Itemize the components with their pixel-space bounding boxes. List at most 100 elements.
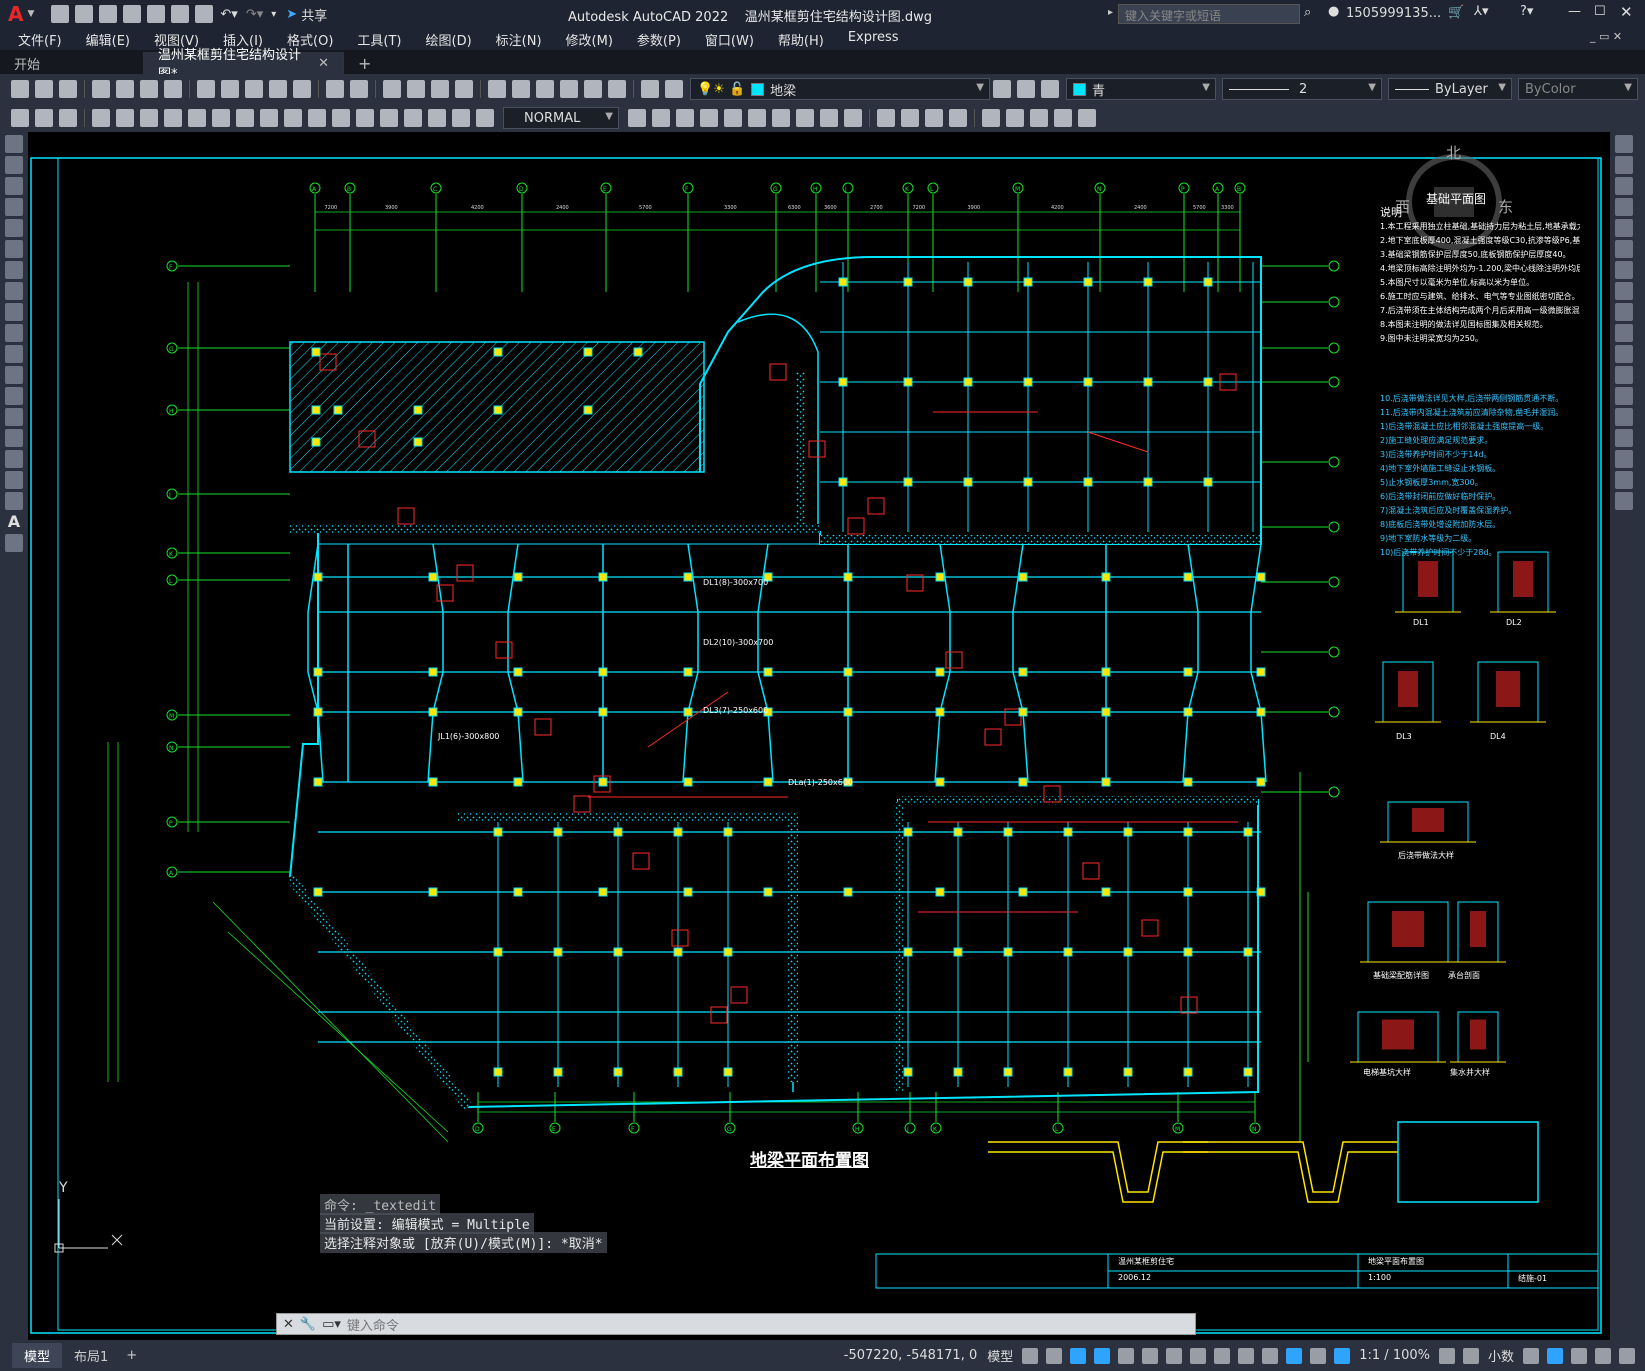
- print-icon[interactable]: [92, 80, 110, 98]
- rotate-icon[interactable]: [1615, 261, 1633, 279]
- color-dropdown[interactable]: 青 ▼: [1066, 78, 1216, 100]
- rectangle-icon[interactable]: [5, 219, 23, 237]
- tab-close-icon[interactable]: ✕: [318, 56, 329, 71]
- dim-diameter-icon[interactable]: [164, 109, 182, 127]
- copy-object-icon[interactable]: [1615, 156, 1633, 174]
- modify-3-icon[interactable]: [676, 109, 694, 127]
- modify-5-icon[interactable]: [724, 109, 742, 127]
- open-web-icon[interactable]: [147, 5, 166, 23]
- zoom-window-icon[interactable]: [431, 80, 449, 98]
- maximize-icon[interactable]: ☐: [1594, 4, 1606, 19]
- modify-11-icon[interactable]: [877, 109, 895, 127]
- osnap-icon[interactable]: [1190, 1347, 1207, 1364]
- search-icon[interactable]: ⌕: [1304, 5, 1311, 20]
- modify-6-icon[interactable]: [748, 109, 766, 127]
- viewcube-label[interactable]: 基础平面图: [1426, 190, 1486, 207]
- qnew-icon[interactable]: [11, 80, 29, 98]
- polygon-icon[interactable]: [5, 198, 23, 216]
- markup-icon[interactable]: [584, 80, 602, 98]
- undo-tool-icon[interactable]: [326, 80, 344, 98]
- gradient-icon[interactable]: [5, 450, 23, 468]
- stretch-icon[interactable]: [1615, 303, 1633, 321]
- join-icon[interactable]: [1615, 408, 1633, 426]
- dim-baseline-icon[interactable]: [236, 109, 254, 127]
- block-editor-icon[interactable]: [293, 80, 311, 98]
- modify-12-icon[interactable]: [901, 109, 919, 127]
- cart-icon[interactable]: 🛒: [1448, 5, 1464, 20]
- sheet-set-icon[interactable]: [560, 80, 578, 98]
- help-icon[interactable]: ?▾: [1520, 4, 1533, 19]
- explode-icon[interactable]: [1615, 492, 1633, 510]
- add-selected-icon[interactable]: [5, 534, 23, 552]
- jogged-linear-icon[interactable]: [404, 109, 422, 127]
- dim-aligned-icon[interactable]: [35, 109, 53, 127]
- dim-text-edit-icon[interactable]: [452, 109, 470, 127]
- polar-icon[interactable]: [1118, 1347, 1135, 1364]
- save-web-icon[interactable]: [171, 5, 190, 23]
- properties-icon[interactable]: [488, 80, 506, 98]
- menu-item-5[interactable]: 工具(T): [345, 30, 413, 49]
- point-icon[interactable]: [5, 408, 23, 426]
- region-icon[interactable]: [5, 471, 23, 489]
- menu-item-10[interactable]: 窗口(W): [693, 30, 766, 49]
- polyline-icon[interactable]: [5, 177, 23, 195]
- viewcube-east[interactable]: 东: [1498, 196, 1513, 217]
- open-icon[interactable]: [75, 5, 94, 23]
- hatch-icon[interactable]: [5, 429, 23, 447]
- model-space-toggle[interactable]: 模型: [982, 1346, 1018, 1365]
- snap-icon[interactable]: [1046, 1347, 1063, 1364]
- isolate-objects-icon[interactable]: [1547, 1347, 1563, 1364]
- otrack-icon[interactable]: [1166, 1347, 1183, 1364]
- selection-cycling-icon[interactable]: [1262, 1347, 1279, 1364]
- new-tab-button[interactable]: +: [344, 52, 385, 74]
- redo-icon[interactable]: ↷▾: [246, 7, 263, 22]
- table-icon[interactable]: [5, 492, 23, 510]
- publish-icon[interactable]: [140, 80, 158, 98]
- new-icon[interactable]: [51, 5, 70, 23]
- dim-angular-icon[interactable]: [188, 109, 206, 127]
- menu-item-1[interactable]: 编辑(E): [74, 30, 142, 49]
- menu-item-9[interactable]: 参数(P): [625, 30, 693, 49]
- modify-2-icon[interactable]: [652, 109, 670, 127]
- construction-line-icon[interactable]: [5, 156, 23, 174]
- share-button[interactable]: 共享: [301, 5, 327, 24]
- command-line[interactable]: ✕ 🔧 ▭▾ 键入命令: [276, 1313, 1196, 1335]
- chamfer-icon[interactable]: [1615, 429, 1633, 447]
- saveas-icon[interactable]: [123, 5, 142, 23]
- layout-tab-1[interactable]: 布局1: [62, 1343, 120, 1368]
- scale-icon[interactable]: [1615, 282, 1633, 300]
- trim-icon[interactable]: [1615, 324, 1633, 342]
- mtext-icon[interactable]: A: [5, 513, 23, 531]
- qopen-icon[interactable]: [35, 80, 53, 98]
- drawing-canvas[interactable]: A B C D E F G H J K L M N P A B D E F G H J K L M N F G H J K L M N P A 720…: [28, 132, 1610, 1340]
- offset-icon[interactable]: [1615, 198, 1633, 216]
- move-icon[interactable]: [1615, 240, 1633, 258]
- qsave-icon[interactable]: [59, 80, 77, 98]
- modify-17-icon[interactable]: [1030, 109, 1048, 127]
- command-prompt-icon[interactable]: ▭▾: [322, 1317, 341, 1332]
- menu-item-11[interactable]: 帮助(H): [766, 30, 836, 49]
- center-mark-icon[interactable]: [356, 109, 374, 127]
- menu-item-6[interactable]: 绘图(D): [414, 30, 484, 49]
- break-icon[interactable]: [1615, 387, 1633, 405]
- menu-item-0[interactable]: 文件(F): [6, 30, 74, 49]
- dim-update-icon[interactable]: [476, 109, 494, 127]
- arc-icon[interactable]: [5, 240, 23, 258]
- annotation-scale[interactable]: 1:1 / 100%: [1354, 1348, 1435, 1363]
- paste-icon[interactable]: [245, 80, 263, 98]
- annotation-scale-icon[interactable]: [1334, 1347, 1351, 1364]
- undo-icon[interactable]: ↶▾: [220, 7, 237, 22]
- make-current-icon[interactable]: [993, 80, 1011, 98]
- extend-icon[interactable]: [1615, 345, 1633, 363]
- dim-edit-icon[interactable]: [428, 109, 446, 127]
- ellipse-arc-icon[interactable]: [5, 345, 23, 363]
- dim-ordinate-icon[interactable]: [92, 109, 110, 127]
- calculator-icon[interactable]: [608, 80, 626, 98]
- transparency-icon[interactable]: [1238, 1347, 1255, 1364]
- pan-icon[interactable]: [383, 80, 401, 98]
- spline-icon[interactable]: [5, 303, 23, 321]
- 3d-dwf-icon[interactable]: [164, 80, 182, 98]
- blend-icon[interactable]: [1615, 471, 1633, 489]
- design-center-icon[interactable]: [512, 80, 530, 98]
- user-icon[interactable]: ●: [1328, 4, 1339, 19]
